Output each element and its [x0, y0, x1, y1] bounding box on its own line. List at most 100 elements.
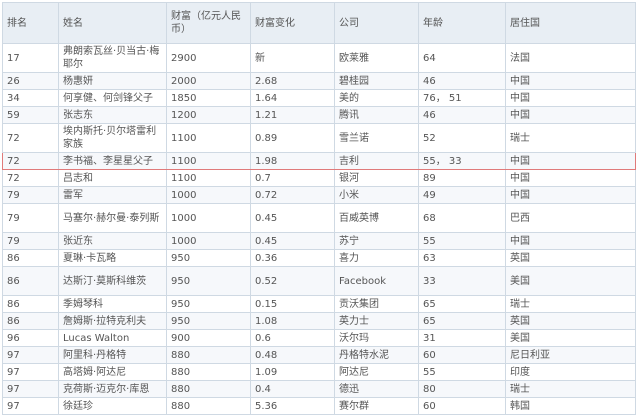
cell-change: 0.7 — [250, 169, 335, 187]
cell-rank: 17 — [2, 43, 59, 73]
cell-change: 1.64 — [250, 89, 335, 107]
table-row: 97 高塔姆·阿达尼 880 1.09 阿达尼 55 印度 — [2, 363, 636, 381]
cell-rank: 72 — [2, 169, 59, 187]
cell-wealth: 1200 — [166, 106, 251, 124]
table-row: 72 吕志和 1100 0.7 银河 89 中国 — [2, 169, 636, 187]
cell-country: 尼日利亚 — [505, 346, 636, 364]
cell-change: 0.52 — [250, 266, 335, 296]
cell-rank: 34 — [2, 89, 59, 107]
cell-rank: 97 — [2, 397, 59, 415]
table-header-row: 排名 姓名 财富（亿元人民币） 财富变化 公司 年龄 居住国 — [2, 2, 636, 44]
cell-change: 0.45 — [250, 232, 335, 250]
cell-country: 美国 — [505, 329, 636, 347]
header-name: 姓名 — [58, 2, 167, 44]
cell-company: 苏宁 — [334, 232, 419, 250]
table-row: 17 弗朗索瓦丝·贝当古·梅耶尔 2900 新 欧莱雅 64 法国 — [2, 43, 636, 73]
table-row: 97 克荷斯·迈克尔·库恩 880 0.4 德迅 80 瑞士 — [2, 380, 636, 398]
cell-name: 夏琳·卡瓦略 — [58, 249, 167, 267]
cell-name: Lucas Walton — [58, 329, 167, 347]
cell-age: 76， 51 — [418, 89, 506, 107]
cell-wealth: 1000 — [166, 232, 251, 250]
cell-change: 0.4 — [250, 380, 335, 398]
table-row: 86 季姆琴科 950 0.15 贡沃集团 65 瑞士 — [2, 295, 636, 313]
cell-change: 2.68 — [250, 72, 335, 90]
cell-name: 弗朗索瓦丝·贝当古·梅耶尔 — [58, 43, 167, 73]
cell-name: 高塔姆·阿达尼 — [58, 363, 167, 381]
cell-name: 徐廷珍 — [58, 397, 167, 415]
cell-name: 季姆琴科 — [58, 295, 167, 313]
cell-country: 瑞士 — [505, 295, 636, 313]
cell-age: 80 — [418, 380, 506, 398]
cell-wealth: 900 — [166, 329, 251, 347]
header-change: 财富变化 — [250, 2, 335, 44]
cell-company: 银河 — [334, 169, 419, 187]
cell-name: 杨惠妍 — [58, 72, 167, 90]
cell-rank: 97 — [2, 346, 59, 364]
cell-name: 埃内斯托·贝尔塔雷利家族 — [58, 123, 167, 153]
cell-country: 中国 — [505, 89, 636, 107]
table-row: 97 徐廷珍 880 5.36 赛尔群 60 韩国 — [2, 397, 636, 415]
highlighted-row: 72 李书福、李星星父子 1100 1.98 吉利 55， 33 中国 — [2, 152, 636, 170]
cell-country: 中国 — [505, 72, 636, 90]
table-row: 86 达斯汀·莫斯科维茨 950 0.52 Facebook 33 美国 — [2, 266, 636, 296]
cell-age: 31 — [418, 329, 506, 347]
cell-change: 1.21 — [250, 106, 335, 124]
cell-rank: 86 — [2, 312, 59, 330]
cell-name: 马塞尔·赫尔曼·泰列斯 — [58, 203, 167, 233]
table-row: 79 张近东 1000 0.45 苏宁 55 中国 — [2, 232, 636, 250]
cell-rank: 86 — [2, 266, 59, 296]
cell-company: 小米 — [334, 186, 419, 204]
cell-company: 贡沃集团 — [334, 295, 419, 313]
cell-rank: 86 — [2, 295, 59, 313]
cell-wealth: 2900 — [166, 43, 251, 73]
cell-company: 丹格特水泥 — [334, 346, 419, 364]
table-row: 86 詹姆斯·拉特克利夫 950 1.08 英力士 65 英国 — [2, 312, 636, 330]
cell-name: 达斯汀·莫斯科维茨 — [58, 266, 167, 296]
cell-age: 46 — [418, 106, 506, 124]
cell-country: 中国 — [505, 152, 636, 170]
cell-change: 0.6 — [250, 329, 335, 347]
cell-age: 63 — [418, 249, 506, 267]
header-country: 居住国 — [505, 2, 636, 44]
cell-rank: 97 — [2, 363, 59, 381]
table-row: 79 马塞尔·赫尔曼·泰列斯 1000 0.45 百威英博 68 巴西 — [2, 203, 636, 233]
cell-change: 0.48 — [250, 346, 335, 364]
table-row: 96 Lucas Walton 900 0.6 沃尔玛 31 美国 — [2, 329, 636, 347]
cell-wealth: 880 — [166, 397, 251, 415]
cell-company: 百威英博 — [334, 203, 419, 233]
cell-name: 阿里科·丹格特 — [58, 346, 167, 364]
cell-rank: 79 — [2, 203, 59, 233]
header-age: 年龄 — [418, 2, 506, 44]
cell-wealth: 1850 — [166, 89, 251, 107]
cell-change: 1.98 — [250, 152, 335, 170]
cell-age: 55 — [418, 232, 506, 250]
cell-wealth: 1100 — [166, 169, 251, 187]
cell-wealth: 2000 — [166, 72, 251, 90]
cell-name: 张近东 — [58, 232, 167, 250]
header-rank: 排名 — [2, 2, 59, 44]
cell-age: 55， 33 — [418, 152, 506, 170]
cell-country: 英国 — [505, 249, 636, 267]
cell-wealth: 880 — [166, 363, 251, 381]
cell-rank: 86 — [2, 249, 59, 267]
cell-name: 雷军 — [58, 186, 167, 204]
cell-change: 5.36 — [250, 397, 335, 415]
cell-name: 李书福、李星星父子 — [58, 152, 167, 170]
table-row: 26 杨惠妍 2000 2.68 碧桂园 46 中国 — [2, 72, 636, 90]
billionaire-table: 排名 姓名 财富（亿元人民币） 财富变化 公司 年龄 居住国 17 弗朗索瓦丝·… — [2, 2, 636, 415]
cell-name: 克荷斯·迈克尔·库恩 — [58, 380, 167, 398]
cell-age: 55 — [418, 363, 506, 381]
cell-country: 印度 — [505, 363, 636, 381]
cell-age: 65 — [418, 312, 506, 330]
cell-company: 沃尔玛 — [334, 329, 419, 347]
cell-company: 腾讯 — [334, 106, 419, 124]
cell-change: 0.45 — [250, 203, 335, 233]
cell-change: 新 — [250, 43, 335, 73]
cell-name: 张志东 — [58, 106, 167, 124]
table-row: 86 夏琳·卡瓦略 950 0.36 喜力 63 英国 — [2, 249, 636, 267]
cell-company: Facebook — [334, 266, 419, 296]
cell-company: 美的 — [334, 89, 419, 107]
cell-wealth: 1100 — [166, 123, 251, 153]
table-row: 34 何享健、何剑锋父子 1850 1.64 美的 76， 51 中国 — [2, 89, 636, 107]
cell-age: 65 — [418, 295, 506, 313]
